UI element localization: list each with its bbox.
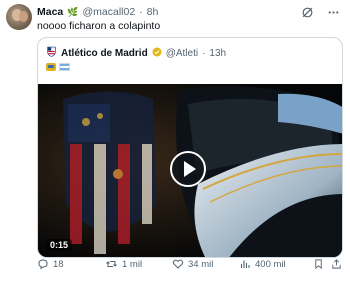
more-icon[interactable] <box>327 6 340 19</box>
quote-handle[interactable]: @Atleti <box>166 48 198 59</box>
tweet-header: Maca 🌿 @macall02 · 8h <box>37 4 158 20</box>
avatar-face-2 <box>19 11 28 22</box>
like-button[interactable]: 34 mil <box>172 258 213 270</box>
share-button[interactable] <box>331 258 342 270</box>
reply-button[interactable]: 18 <box>37 258 64 270</box>
tweet-time[interactable]: 8h <box>147 6 159 18</box>
tweet-top-actions <box>301 6 340 19</box>
views-icon <box>240 260 250 268</box>
share-icon <box>332 259 341 269</box>
atletico-crest-icon[interactable] <box>46 46 57 60</box>
quote-emoji-row <box>46 63 70 71</box>
repost-icon <box>106 261 117 267</box>
quoted-tweet[interactable]: Atlético de Madrid @Atleti · 13h 0:15 <box>37 37 343 258</box>
bookmark-button[interactable] <box>313 258 324 270</box>
avatar[interactable] <box>6 4 32 30</box>
verified-gold-icon <box>152 47 162 60</box>
views-button[interactable]: 400 mil <box>239 258 286 270</box>
argentina-flag-icon <box>59 63 70 71</box>
video-duration: 0:15 <box>46 239 73 251</box>
play-icon[interactable] <box>170 151 206 187</box>
quote-time[interactable]: 13h <box>209 48 226 59</box>
views-count: 400 mil <box>255 258 286 270</box>
like-icon <box>172 259 184 269</box>
author-name[interactable]: Maca <box>37 6 63 18</box>
author-emoji: 🌿 <box>67 6 79 17</box>
bookmark-icon <box>315 259 322 270</box>
author-handle[interactable]: @macall02 <box>82 6 135 18</box>
separator-dot: · <box>139 6 143 18</box>
quote-header: Atlético de Madrid @Atleti · 13h <box>46 46 226 60</box>
video-player[interactable]: 0:15 <box>38 84 342 257</box>
repost-button[interactable]: 1 mil <box>105 258 142 270</box>
grok-icon[interactable] <box>301 6 314 19</box>
tweet-text: noooo ficharon a colapinto <box>37 20 161 32</box>
reply-count: 18 <box>53 258 64 270</box>
like-count: 34 mil <box>188 258 214 270</box>
quote-author-name[interactable]: Atlético de Madrid <box>61 48 148 59</box>
reply-icon <box>38 259 48 270</box>
play-triangle <box>183 161 196 177</box>
repost-count: 1 mil <box>122 258 143 270</box>
quote-separator: · <box>202 47 206 59</box>
race-car-icon <box>46 63 56 71</box>
